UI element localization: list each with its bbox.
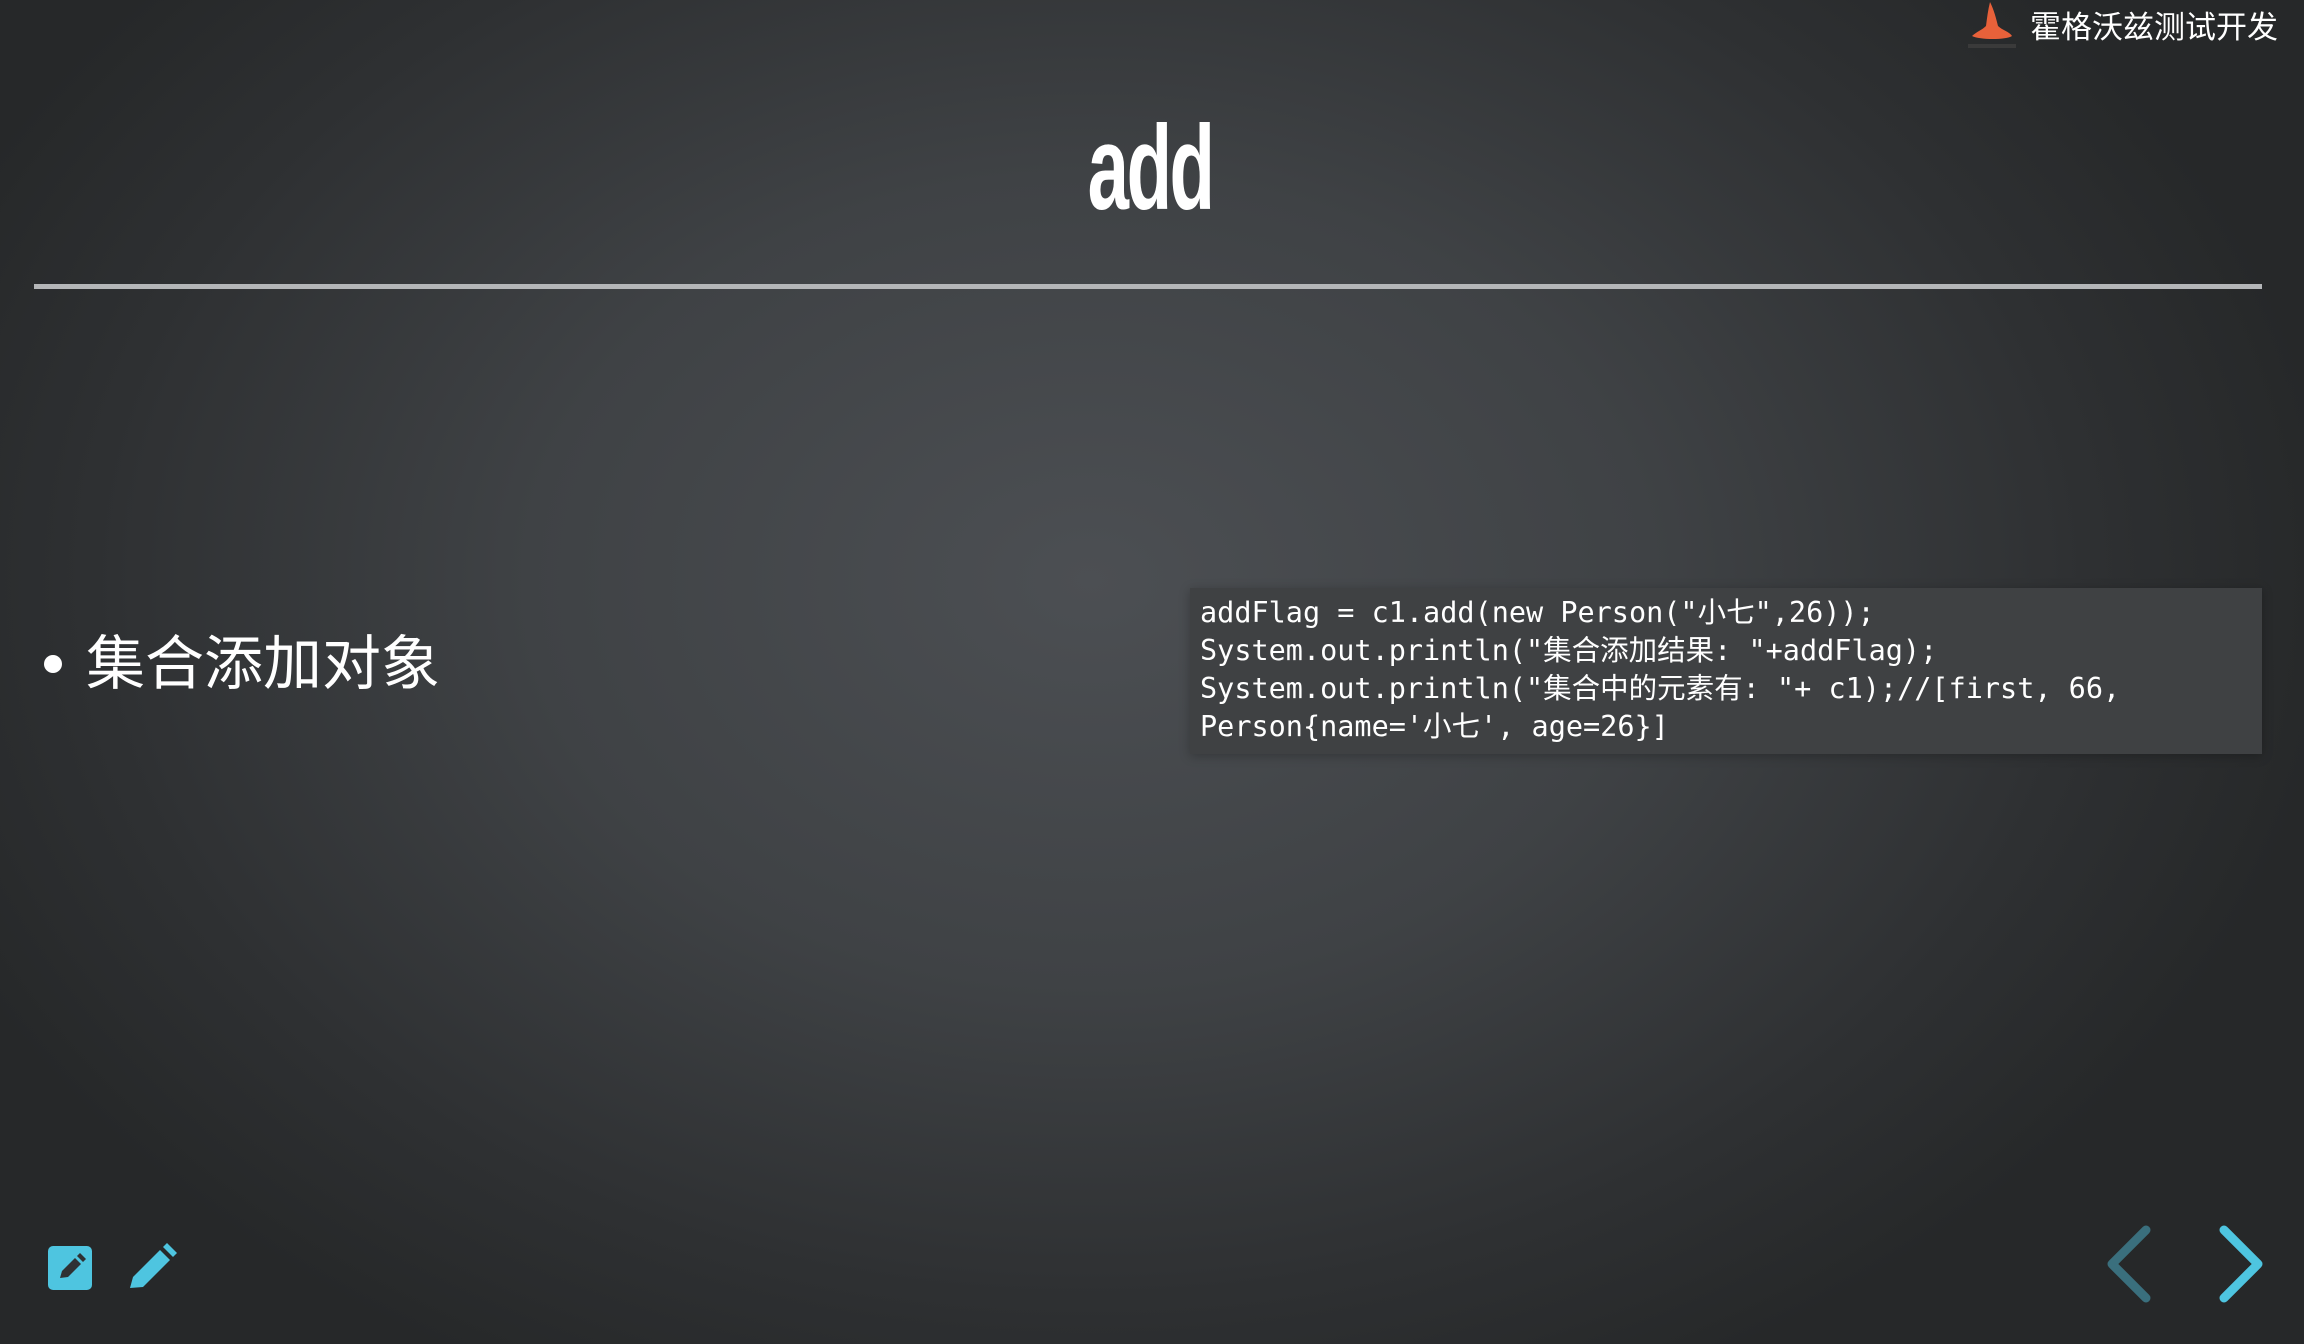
- chevron-right-icon: [2219, 1225, 2263, 1303]
- bullet-text: 集合添加对象: [86, 629, 441, 698]
- code-line: addFlag = c1.add(new Person("小七",26));: [1200, 596, 1875, 629]
- pen-button[interactable]: [124, 1240, 180, 1296]
- title-divider: [34, 284, 2262, 289]
- code-line: System.out.println("集合添加结果: "+addFlag);: [1200, 634, 1938, 667]
- code-block: addFlag = c1.add(new Person("小七",26)); S…: [1190, 588, 2262, 754]
- pencil-icon: [130, 1243, 177, 1288]
- edit-note-button[interactable]: [44, 1240, 100, 1296]
- next-slide-button[interactable]: [2210, 1222, 2270, 1306]
- code-line: Person{name='小七', age=26}]: [1200, 710, 1669, 743]
- edit-note-icon: [48, 1246, 92, 1290]
- slide-title: add: [1087, 101, 1215, 235]
- bullet-item: 集合添加对象: [44, 634, 440, 693]
- brand-name: 霍格沃兹测试开发: [2030, 9, 2278, 46]
- wizard-hat-icon: [1960, 0, 2024, 56]
- chevron-left-icon: [2107, 1225, 2151, 1303]
- bullet-dot: [44, 654, 62, 673]
- code-line: System.out.println("集合中的元素有: "+ c1);//[f…: [1200, 672, 2121, 705]
- brand: 霍格沃兹测试开发: [1960, 0, 2278, 56]
- prev-slide-button[interactable]: [2100, 1222, 2160, 1306]
